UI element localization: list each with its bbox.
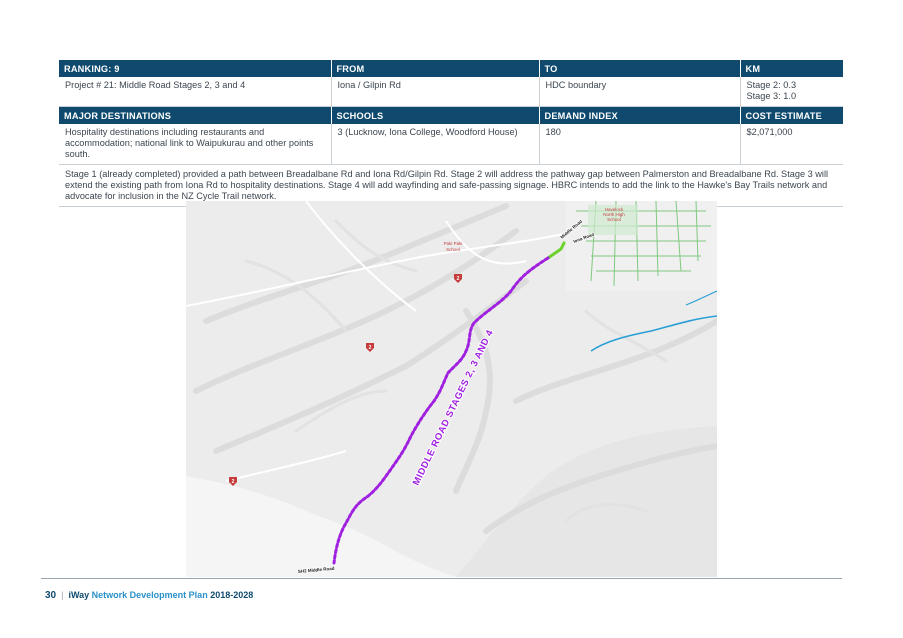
highway-marker-text: 2: [369, 345, 372, 351]
km-stage3: Stage 3: 1.0: [746, 91, 797, 101]
destinations-cell: Hospitality destinations including resta…: [59, 124, 331, 165]
footer-title: Network Development Plan: [91, 590, 208, 600]
from-header: FROM: [330, 60, 539, 77]
route-map: Havelock North High School Paki Paki Sch…: [186, 201, 717, 577]
table-row: Hospitality destinations including resta…: [59, 124, 843, 165]
footer-years: 2018-2028: [210, 590, 254, 600]
map-graphic: Havelock North High School Paki Paki Sch…: [186, 201, 717, 577]
demand-cell: 180: [538, 124, 740, 165]
paki-label-line2: School: [446, 247, 460, 252]
project-table: RANKING: 9 FROM TO KM Project # 21: Midd…: [59, 60, 843, 207]
table-header-row: MAJOR DESTINATIONS SCHOOLS DEMAND INDEX …: [59, 106, 843, 124]
table-row: Project # 21: Middle Road Stages 2, 3 an…: [59, 77, 843, 107]
footer-brand: iWay: [68, 590, 90, 600]
from-cell: Iona / Gilpin Rd: [330, 77, 539, 107]
highway-marker-text: 2: [232, 479, 235, 485]
school-label-line3: School: [607, 217, 621, 222]
destinations-header: MAJOR DESTINATIONS: [59, 106, 331, 124]
to-cell: HDC boundary: [538, 77, 740, 107]
ranking-header: RANKING: 9: [59, 60, 331, 77]
page-footer: 30 | iWay Network Development Plan 2018-20…: [45, 590, 253, 601]
cost-cell: $2,071,000: [739, 124, 843, 165]
demand-header: DEMAND INDEX: [538, 106, 740, 124]
schools-cell: 3 (Lucknow, Iona College, Woodford House…: [330, 124, 539, 165]
footer-divider: [41, 578, 842, 579]
km-cell: Stage 2: 0.3 Stage 3: 1.0: [739, 77, 843, 107]
table-header-row: RANKING: 9 FROM TO KM: [59, 60, 843, 77]
schools-header: SCHOOLS: [330, 106, 539, 124]
highway-marker-text: 2: [457, 276, 460, 282]
project-name-cell: Project # 21: Middle Road Stages 2, 3 an…: [59, 77, 331, 107]
km-stage2: Stage 2: 0.3: [746, 80, 797, 90]
km-header: KM: [739, 60, 843, 77]
cost-header: COST ESTIMATE: [739, 106, 843, 124]
page-number: 30: [45, 590, 57, 601]
footer-separator: |: [61, 590, 64, 600]
paki-label-line1: Paki Paki: [444, 241, 463, 246]
to-header: TO: [538, 60, 740, 77]
